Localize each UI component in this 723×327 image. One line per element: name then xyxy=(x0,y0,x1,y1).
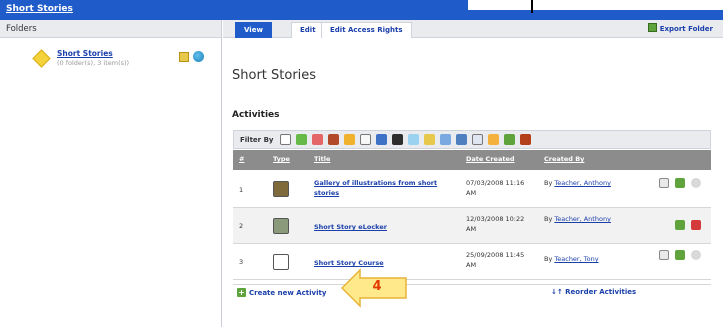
export-folder-button[interactable]: Export Folder xyxy=(647,23,713,33)
tab-view[interactable]: View xyxy=(235,22,272,38)
filter-locker-icon[interactable] xyxy=(504,134,515,145)
settings-icon[interactable] xyxy=(691,178,701,188)
header-marker xyxy=(531,0,533,13)
folder-properties-icon[interactable] xyxy=(179,52,189,62)
filter-image-icon[interactable] xyxy=(376,134,387,145)
export-icon xyxy=(647,23,657,32)
activity-title-link[interactable]: Short Story eLocker xyxy=(314,222,464,232)
table-row: 2 Short Story eLocker 12/03/2008 10:22 A… xyxy=(233,208,711,244)
date-created: 25/09/2008 11:45 AM xyxy=(466,251,525,269)
delete-icon[interactable] xyxy=(691,220,701,230)
gallery-icon xyxy=(273,181,289,197)
date-created: 12/03/2008 10:22 AM xyxy=(466,215,525,233)
page-title: Short Stories xyxy=(232,68,317,83)
step-number: 4 xyxy=(372,279,382,294)
folder-name-link[interactable]: Short Stories xyxy=(57,49,113,58)
export-label: Export Folder xyxy=(659,25,713,33)
table-row: 3 Short Story Course 25/09/2008 11:45 AM… xyxy=(233,244,711,280)
settings-icon[interactable] xyxy=(691,250,701,260)
reorder-label: Reorder Activities xyxy=(565,288,637,296)
preview-icon[interactable] xyxy=(659,250,669,260)
export-icon[interactable] xyxy=(675,178,685,188)
activity-title-link[interactable]: Short Story Course xyxy=(314,258,464,268)
col-title[interactable]: Title xyxy=(314,155,330,163)
folder-share-icon[interactable] xyxy=(193,51,204,62)
creator-link[interactable]: Teacher, Anthony xyxy=(554,179,611,187)
step-callout: 4 xyxy=(340,268,410,308)
filter-label: Filter By xyxy=(240,136,274,144)
filter-pdf-icon[interactable] xyxy=(312,134,323,145)
row-number: 3 xyxy=(239,258,244,266)
row-actions xyxy=(659,178,701,188)
filter-link-icon[interactable] xyxy=(408,134,419,145)
course-icon xyxy=(273,254,289,270)
by-prefix: By xyxy=(544,215,553,223)
created-by: By Teacher, Tony xyxy=(544,254,599,264)
create-label: Create new Activity xyxy=(249,289,327,297)
filter-people-icon[interactable] xyxy=(328,134,339,145)
filter-media-icon[interactable] xyxy=(392,134,403,145)
filter-document-icon[interactable] xyxy=(280,134,291,145)
folders-header: Folders xyxy=(0,20,221,38)
export-icon[interactable] xyxy=(675,250,685,260)
filter-bar: Filter By xyxy=(233,130,711,149)
created-by: By Teacher, Anthony xyxy=(544,178,611,188)
export-icon[interactable] xyxy=(675,220,685,230)
filter-gallery-icon[interactable] xyxy=(440,134,451,145)
table-header: # Type Title Date Created Created By xyxy=(233,150,711,170)
activity-title-link[interactable]: Gallery of illustrations from short stor… xyxy=(314,178,464,198)
row-number: 2 xyxy=(239,222,244,230)
filter-chat-icon[interactable] xyxy=(344,134,355,145)
creator-link[interactable]: Teacher, Anthony xyxy=(554,215,611,223)
tab-edit-access-rights[interactable]: Edit Access Rights xyxy=(321,22,412,38)
filter-grid-icon[interactable] xyxy=(456,134,467,145)
header-cutout xyxy=(468,0,723,10)
folder-meta: (0 folder(s), 3 item(s)) xyxy=(57,59,130,67)
reorder-icon: ↓↑ xyxy=(551,288,566,296)
by-prefix: By xyxy=(544,255,553,263)
tabs-bar: View Edit Edit Access Rights Export Fold… xyxy=(223,20,723,38)
filter-course-icon[interactable] xyxy=(520,134,531,145)
row-actions xyxy=(675,220,701,230)
col-created-by[interactable]: Created By xyxy=(544,155,584,163)
filter-icons xyxy=(280,134,531,145)
creator-link[interactable]: Teacher, Tony xyxy=(554,255,598,263)
activities-table: # Type Title Date Created Created By 1 G… xyxy=(233,150,711,280)
col-type[interactable]: Type xyxy=(273,155,290,163)
filter-script-icon[interactable] xyxy=(296,134,307,145)
elocker-icon xyxy=(273,218,289,234)
app-header: Short Stories xyxy=(0,0,723,20)
filter-folder-icon[interactable] xyxy=(488,134,499,145)
reorder-activities-button[interactable]: ↓↑ Reorder Activities xyxy=(551,288,636,296)
filter-form-icon[interactable] xyxy=(360,134,371,145)
created-by: By Teacher, Anthony xyxy=(544,214,611,224)
preview-icon[interactable] xyxy=(659,178,669,188)
create-new-activity-button[interactable]: + Create new Activity xyxy=(237,288,326,297)
col-number[interactable]: # xyxy=(239,155,244,163)
add-icon: + xyxy=(237,288,246,297)
tab-edit[interactable]: Edit xyxy=(291,22,325,38)
row-number: 1 xyxy=(239,186,244,194)
section-title: Activities xyxy=(232,110,280,120)
row-actions xyxy=(659,250,701,260)
table-footer: + Create new Activity ↓↑ Reorder Activiti… xyxy=(233,284,711,300)
by-prefix: By xyxy=(544,179,553,187)
filter-list-icon[interactable] xyxy=(472,134,483,145)
app-title: Short Stories xyxy=(6,4,73,14)
date-created: 07/03/2008 11:16 AM xyxy=(466,179,525,197)
col-date-created[interactable]: Date Created xyxy=(466,155,515,163)
filter-tool-icon[interactable] xyxy=(424,134,435,145)
table-row: 1 Gallery of illustrations from short st… xyxy=(233,170,711,208)
